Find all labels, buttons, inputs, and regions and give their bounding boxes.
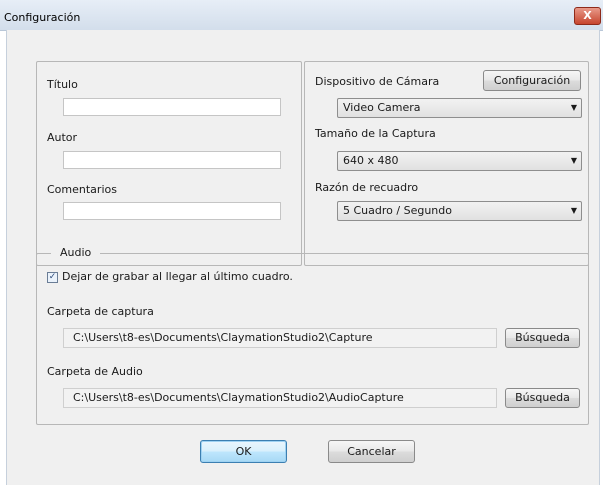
window-title: Configuración: [4, 11, 81, 24]
frame-rate-select[interactable]: 5 Cuadro / Segundo ▼: [337, 201, 582, 221]
frame-rate-value: 5 Cuadro / Segundo: [343, 204, 452, 217]
stop-recording-checkbox[interactable]: ✓: [47, 272, 58, 283]
capture-size-label: Tamaño de la Captura: [315, 127, 436, 140]
close-button[interactable]: X: [574, 7, 601, 25]
audio-folder-field: C:\Users\t8-es\Documents\ClaymationStudi…: [63, 388, 497, 408]
chevron-down-icon: ▼: [570, 206, 577, 215]
author-label: Autor: [47, 131, 78, 144]
chevron-down-icon: ▼: [570, 156, 577, 165]
title-field[interactable]: [63, 98, 281, 116]
stop-recording-label[interactable]: Dejar de grabar al llegar al último cuad…: [62, 270, 293, 283]
ok-button[interactable]: OK: [200, 440, 287, 463]
capture-folder-field: C:\Users\t8-es\Documents\ClaymationStudi…: [63, 328, 497, 348]
capture-size-value: 640 x 480: [343, 154, 399, 167]
close-icon: X: [583, 9, 592, 22]
audio-browse-button[interactable]: Búsqueda: [505, 388, 580, 408]
title-bar: Configuración X: [0, 0, 603, 31]
capture-browse-button[interactable]: Búsqueda: [505, 328, 580, 348]
frame-rate-label: Razón de recuadro: [315, 181, 419, 194]
camera-device-value: Video Camera: [343, 101, 421, 114]
camera-config-button[interactable]: Configuración: [483, 70, 581, 91]
camera-device-select[interactable]: Video Camera ▼: [337, 98, 582, 118]
cancel-button[interactable]: Cancelar: [328, 440, 415, 463]
comments-field[interactable]: [63, 202, 281, 220]
audio-group-label: Audio: [51, 246, 101, 259]
camera-device-label: Dispositivo de Cámara: [315, 75, 440, 88]
chevron-down-icon: ▼: [570, 103, 577, 112]
comments-label: Comentarios: [47, 183, 117, 196]
author-field[interactable]: [63, 151, 281, 169]
checkmark-icon: ✓: [48, 272, 57, 282]
dialog-body: Título Autor Comentarios Dispositivo de …: [6, 30, 600, 485]
audio-folder-label: Carpeta de Audio: [47, 365, 143, 378]
capture-size-select[interactable]: 640 x 480 ▼: [337, 151, 582, 171]
capture-folder-label: Carpeta de captura: [47, 305, 154, 318]
title-label: Título: [47, 78, 78, 91]
